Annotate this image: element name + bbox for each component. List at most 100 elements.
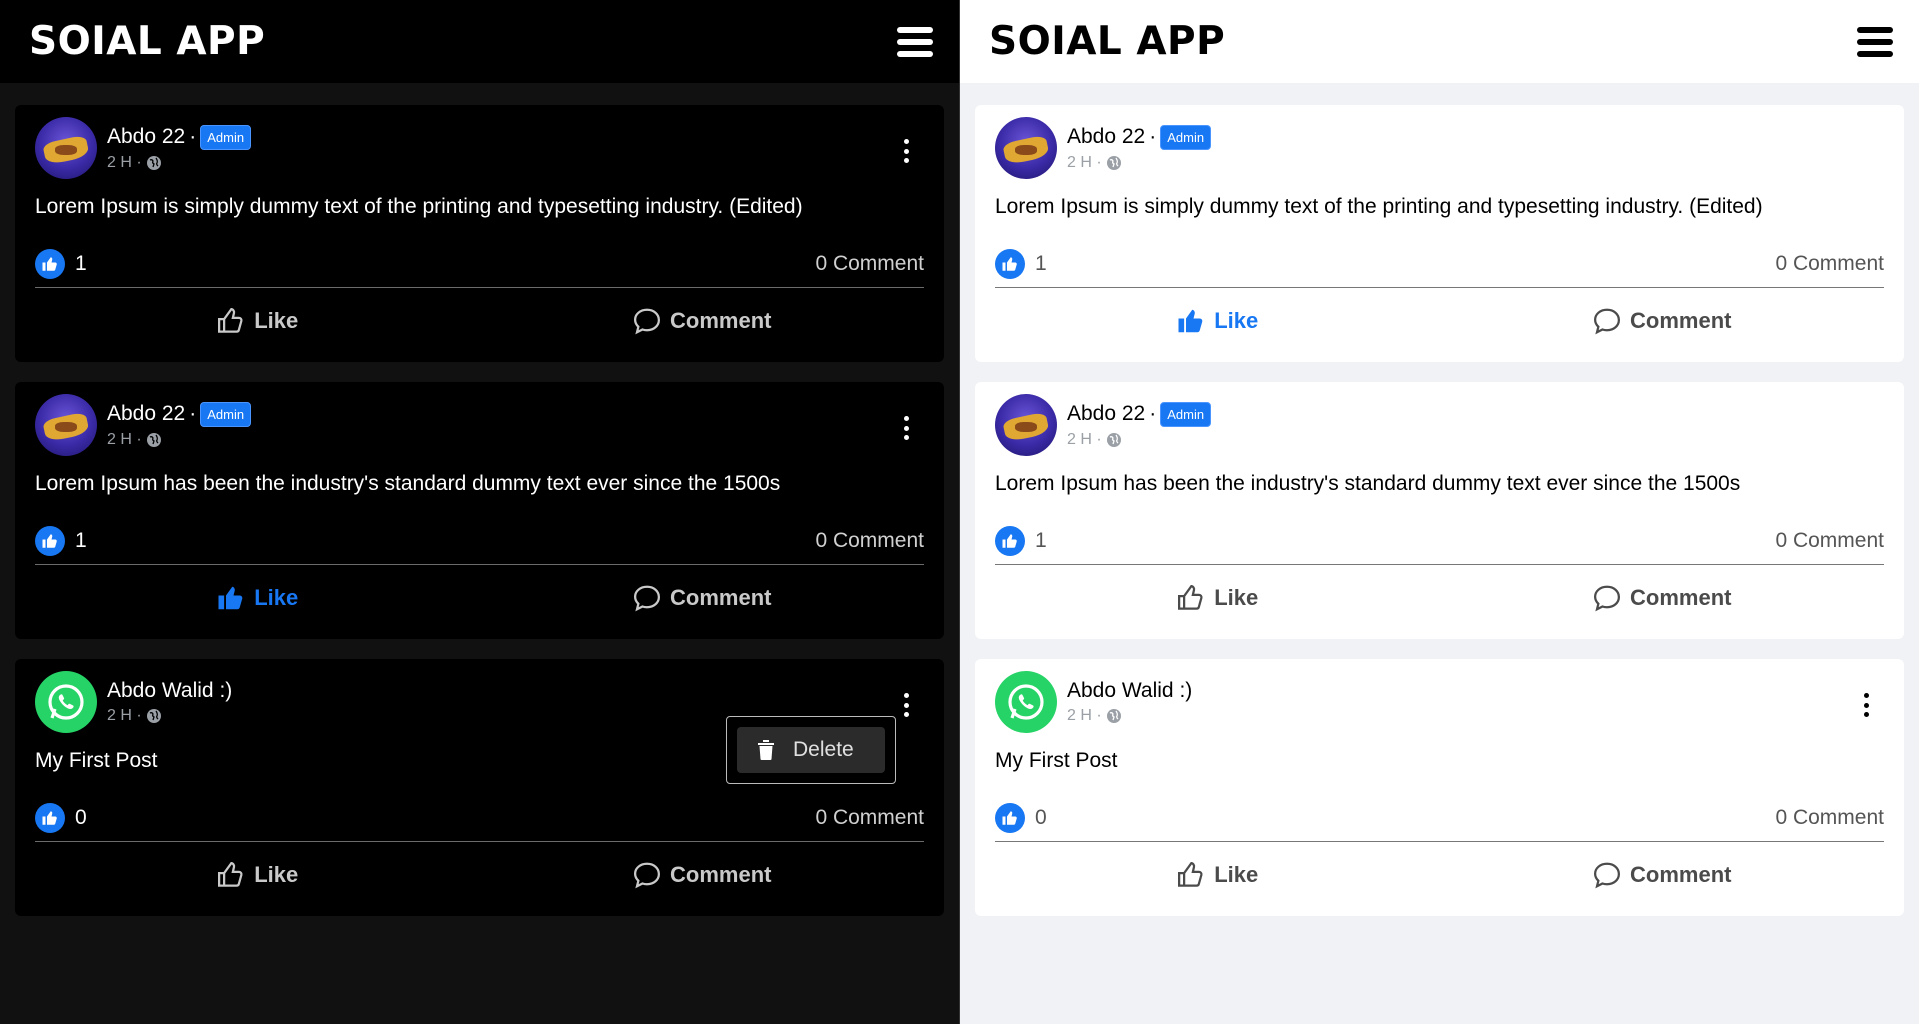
thumbs-up-outline-icon [218, 861, 243, 887]
separator-dot: · [131, 430, 142, 448]
more-options-icon[interactable] [896, 139, 916, 163]
post-time: 2 H [107, 707, 132, 724]
separator-dot: · [1091, 707, 1102, 724]
thumbs-up-icon [35, 526, 65, 556]
thumbs-up-icon [35, 249, 65, 279]
comment-label: Comment [670, 585, 772, 610]
separator-dot: · [189, 402, 197, 425]
post-time: 2 H [1067, 153, 1092, 171]
comment-count[interactable]: 0 Comment [815, 806, 924, 830]
post-header: Abdo 22 · Admin 2 H · [35, 105, 924, 179]
like-count: 0 [75, 806, 87, 829]
speech-bubble-icon [1594, 585, 1621, 612]
post-card: Abdo 22 · Admin 2 H · Lorem Ipsum has be… [975, 382, 1904, 639]
post-card: Abdo Walid :) 2 H · My First Post 0 0 Co… [15, 659, 944, 916]
like-button[interactable]: Like [35, 583, 480, 613]
comment-count[interactable]: 0 Comment [1775, 252, 1884, 276]
speech-bubble-icon [634, 308, 661, 335]
post-header: Abdo 22 · Admin 2 H · [35, 382, 924, 456]
more-options-icon[interactable] [896, 693, 916, 717]
post-time: 2 H [1067, 430, 1092, 448]
post-header: Abdo Walid :) 2 H · [995, 659, 1884, 733]
comment-count[interactable]: 0 Comment [815, 252, 924, 276]
post-card: Abdo 22 · Admin 2 H · Lorem Ipsum has be… [15, 382, 944, 639]
author-name[interactable]: Abdo Walid :) [1067, 679, 1192, 703]
like-button[interactable]: Like [35, 860, 480, 890]
delete-menu-item[interactable]: Delete [737, 727, 885, 773]
like-button[interactable]: Like [995, 860, 1440, 890]
thumbs-up-filled-icon [218, 586, 243, 610]
trash-icon [758, 740, 774, 760]
avatar[interactable] [995, 394, 1057, 456]
author-name[interactable]: Abdo 22 [1067, 402, 1145, 426]
thumbs-up-filled-icon [1178, 309, 1203, 333]
dark-theme-panel: SOIAL APP Abdo 22 · Admin 2 H · Lorem Ip… [0, 0, 960, 1024]
like-label: Like [1214, 308, 1259, 333]
comment-label: Comment [1630, 862, 1732, 887]
post-feed: Abdo 22 · Admin 2 H · Lorem Ipsum is sim… [0, 83, 959, 916]
comment-button[interactable]: Comment [1440, 306, 1885, 336]
comment-button[interactable]: Comment [480, 860, 925, 890]
more-options-icon[interactable] [1856, 693, 1876, 717]
hamburger-icon[interactable] [897, 26, 933, 57]
delete-label: Delete [793, 738, 854, 761]
like-label: Like [254, 585, 299, 610]
avatar[interactable] [35, 671, 97, 733]
hamburger-icon[interactable] [1857, 26, 1893, 57]
globe-icon [1106, 155, 1121, 170]
comment-button[interactable]: Comment [480, 306, 925, 336]
admin-badge: Admin [200, 124, 252, 150]
avatar[interactable] [35, 394, 97, 456]
thumbs-up-outline-icon [1178, 584, 1203, 610]
globe-icon [146, 709, 161, 723]
like-label: Like [1214, 862, 1259, 887]
avatar[interactable] [995, 671, 1057, 733]
like-button[interactable]: Like [995, 306, 1440, 336]
like-label: Like [254, 308, 299, 333]
app-title: SOIAL APP [29, 19, 266, 64]
thumbs-up-icon [995, 249, 1025, 279]
like-label: Like [1214, 585, 1259, 610]
separator-dot: · [131, 153, 142, 171]
admin-badge: Admin [1160, 124, 1212, 150]
avatar[interactable] [995, 117, 1057, 179]
comment-button[interactable]: Comment [1440, 860, 1885, 890]
like-button[interactable]: Like [995, 583, 1440, 613]
comment-button[interactable]: Comment [1440, 583, 1885, 613]
speech-bubble-icon [1594, 862, 1621, 889]
author-name[interactable]: Abdo Walid :) [107, 679, 232, 703]
whatsapp-icon [1008, 684, 1044, 720]
post-text: Lorem Ipsum is simply dummy text of the … [995, 195, 1763, 218]
comment-count[interactable]: 0 Comment [1775, 529, 1884, 553]
speech-bubble-icon [634, 585, 661, 612]
post-header: Abdo 22 · Admin 2 H · [995, 382, 1884, 456]
separator-dot: · [1149, 402, 1157, 425]
like-button[interactable]: Like [35, 306, 480, 336]
post-header: Abdo 22 · Admin 2 H · [995, 105, 1884, 179]
author-name[interactable]: Abdo 22 [1067, 125, 1145, 149]
comment-count[interactable]: 0 Comment [1775, 806, 1884, 830]
like-count: 0 [1035, 806, 1047, 829]
light-theme-panel: SOIAL APP Abdo 22 · Admin 2 H · Lorem Ip… [960, 0, 1919, 1024]
post-text: Lorem Ipsum has been the industry's stan… [35, 472, 781, 495]
like-label: Like [254, 862, 299, 887]
globe-icon [146, 155, 161, 170]
post-time: 2 H [1067, 707, 1092, 724]
app-header: SOIAL APP [0, 0, 959, 83]
like-count: 1 [1035, 252, 1047, 275]
author-name[interactable]: Abdo 22 [107, 125, 185, 149]
post-time: 2 H [107, 430, 132, 448]
avatar[interactable] [35, 117, 97, 179]
post-options-menu: Delete [726, 716, 896, 784]
separator-dot: · [131, 707, 142, 724]
comment-label: Comment [670, 862, 772, 887]
comment-label: Comment [1630, 585, 1732, 610]
comment-count[interactable]: 0 Comment [815, 529, 924, 553]
post-card: Abdo Walid :) 2 H · My First Post 0 0 Co… [975, 659, 1904, 916]
post-time: 2 H [107, 153, 132, 171]
speech-bubble-icon [634, 862, 661, 889]
separator-dot: · [1149, 125, 1157, 148]
more-options-icon[interactable] [896, 416, 916, 440]
author-name[interactable]: Abdo 22 [107, 402, 185, 426]
comment-button[interactable]: Comment [480, 583, 925, 613]
